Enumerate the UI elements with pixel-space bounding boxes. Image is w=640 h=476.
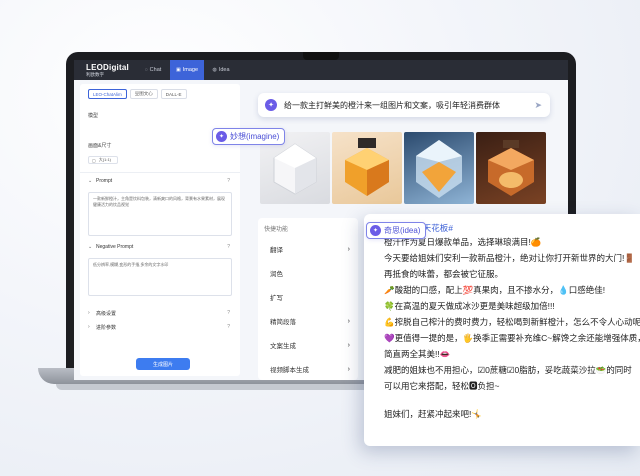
quick-functions-title: 快捷功能 [264,227,289,233]
result-line: 姐妹们，赶紧冲起来吧!🤸 [384,409,482,419]
result-line: 💜更值得一提的是，🖐换季正需要补充维C~解馋之余还能增强体质， [384,333,640,343]
mode-chip[interactable]: LEO-ChatAlim [88,89,127,99]
result-line: 可以用它来搭配，轻松🅾负担~ [384,381,500,391]
amber-bottle-image [488,140,534,196]
prompt-input-text: 给一款主打鲜美的橙汁来一组图片和文案，吸引年轻消费群体 [284,100,500,110]
size-value: 大(1:1) [98,157,112,162]
mode-chip[interactable]: DALL-E [160,89,187,99]
result-line: 🍀在高温的夏天做成冰沙更是美味超级加倍!!! [384,301,555,311]
result-line: 🥕酸甜的口感，配上💯真果肉，且不掺水分，💧口感绝佳! [384,285,606,295]
image-icon: ▣ [175,67,181,73]
quick-item-polish[interactable]: 润色 [270,264,354,282]
size-label: 画面&尺寸 [88,143,112,149]
model-switch: LEO-ChatAlim 豆图文心 DALL-E [88,89,187,99]
send-icon[interactable]: ➤ [534,100,542,111]
result-line: 减肥的姐妹也不用担心，☑0蔗糖☑0脂肪，妥吃蔬菜沙拉🥗的同时 [384,365,632,375]
negative-section-title: Negative Prompt [96,244,134,250]
laptop-notch [303,52,339,60]
chevron-right-icon: › [88,324,90,330]
model-label: 模型 [88,113,99,119]
size-select[interactable]: ▢ 大(1:1) [88,156,118,164]
prompt-section-header[interactable]: ⌄ Prompt ? [88,176,232,186]
result-line: 💪搾脱自己榨汁的费时费力，轻松喝到新鲜橙汁，怎么不令人心动呢? [384,317,640,327]
sparkle-icon: ✦ [216,131,227,142]
chevron-down-icon: ⌄ [88,244,93,250]
glass-bottle-image [416,140,462,198]
quick-item-label: 精简段落 [270,319,296,326]
chevron-right-icon: › [88,310,90,316]
tab-chat[interactable]: ◌ Chat [136,60,170,80]
quick-item-label: 扩写 [270,295,283,302]
bulb-icon: ◍ [212,67,217,73]
orange-bottle-image [345,138,389,196]
logo-subtext: 利欧数字 [86,71,104,77]
imagine-label-text: 妙想(imagine) [230,132,280,141]
quick-item-condense[interactable]: 精简段落 › [270,312,354,330]
chevron-right-icon: › [347,365,350,373]
generated-image-4[interactable] [476,132,546,204]
quick-item-label: 翻译 [270,247,283,254]
mode-chip[interactable]: 豆图文心 [129,89,158,99]
generated-copy-card: #橙汁界的天花板# 橙汁作为夏日爆款单品，选择琳琅满目!🍊 今天要给姐妹们安利一… [364,214,640,446]
quick-item-label: 润色 [270,271,283,278]
quick-item-copywriting[interactable]: 文案生成 › [270,336,354,354]
app-logo[interactable]: LEODigital 利欧数字 [74,62,136,77]
quick-item-translate[interactable]: 翻译 › [270,240,354,258]
quick-functions-panel: 快捷功能 翻译 › 润色 扩写 精简段落 › 文案生成 › 视频脚本生成 › [258,218,358,380]
quick-item-label: 文案生成 [270,343,296,350]
idea-label: ✦ 奇思(idea) [366,222,427,239]
tab-image[interactable]: ▣ Image [170,60,204,80]
idea-label-text: 奇思(idea) [384,226,421,235]
help-icon[interactable]: ? [227,244,230,250]
prompt-input-bar[interactable]: ✦ 给一款主打鲜美的橙汁来一组图片和文案，吸引年轻消费群体 ➤ [258,93,550,117]
prompt-section-title: Prompt [96,178,113,184]
chevron-right-icon: › [347,317,350,325]
sparkle-icon: ✦ [370,225,381,236]
chat-icon: ◌ [144,67,148,73]
quick-item-expand[interactable]: 扩写 [270,288,354,306]
result-line: 今天要给姐妹们安利一款新品橙汁，绝对让你打开新世界的大门!🚪 [384,253,635,263]
imagine-label: ✦ 妙想(imagine) [212,128,286,145]
result-line: 简直两全其美!!👄 [384,349,451,359]
sparkle-icon: ✦ [265,99,277,111]
negative-prompt-header[interactable]: ⌄ Negative Prompt ? [88,242,232,252]
advanced-params-title: 进阶参数 [96,324,117,331]
tab-label: Idea [218,67,230,73]
advanced-section-title: 高级设置 [96,310,117,317]
prompt-textarea[interactable]: 一款新鲜橙汁，主角是饮料包装，清新爽口的风格，背景有水果素材，展现健康活力的饮品… [88,192,232,236]
help-icon[interactable]: ? [227,178,230,184]
advanced-params-header[interactable]: › 进阶参数 ? [88,322,232,332]
chevron-down-icon: ⌄ [88,178,93,184]
chevron-right-icon: › [347,341,350,349]
generated-image-2[interactable] [332,132,402,204]
generate-image-button[interactable]: 生成图片 [136,358,190,370]
app-topbar: LEODigital 利欧数字 ◌ Chat ▣ Image ◍ Idea [74,60,568,80]
help-icon[interactable]: ? [227,310,230,316]
tab-label: Image [182,67,199,73]
quick-item-video-script[interactable]: 视频脚本生成 › [270,360,354,378]
tab-idea[interactable]: ◍ Idea [204,60,238,80]
ratio-icon: ▢ [92,157,96,163]
generated-image-3[interactable] [404,132,474,204]
help-icon[interactable]: ? [227,324,230,330]
tab-label: Chat [149,67,162,73]
divider [80,172,240,173]
negative-prompt-textarea[interactable]: 低分辨率,模糊,变形的手指,多余的文字水印 [88,258,232,296]
chevron-right-icon: › [347,245,350,253]
quick-item-label: 视频脚本生成 [270,367,309,374]
logo-text: LEODigital [86,62,129,72]
result-line: 再抵食的味蕾，都会被它征服。 [384,269,504,279]
advanced-settings-header[interactable]: › 高级设置 ? [88,308,232,318]
